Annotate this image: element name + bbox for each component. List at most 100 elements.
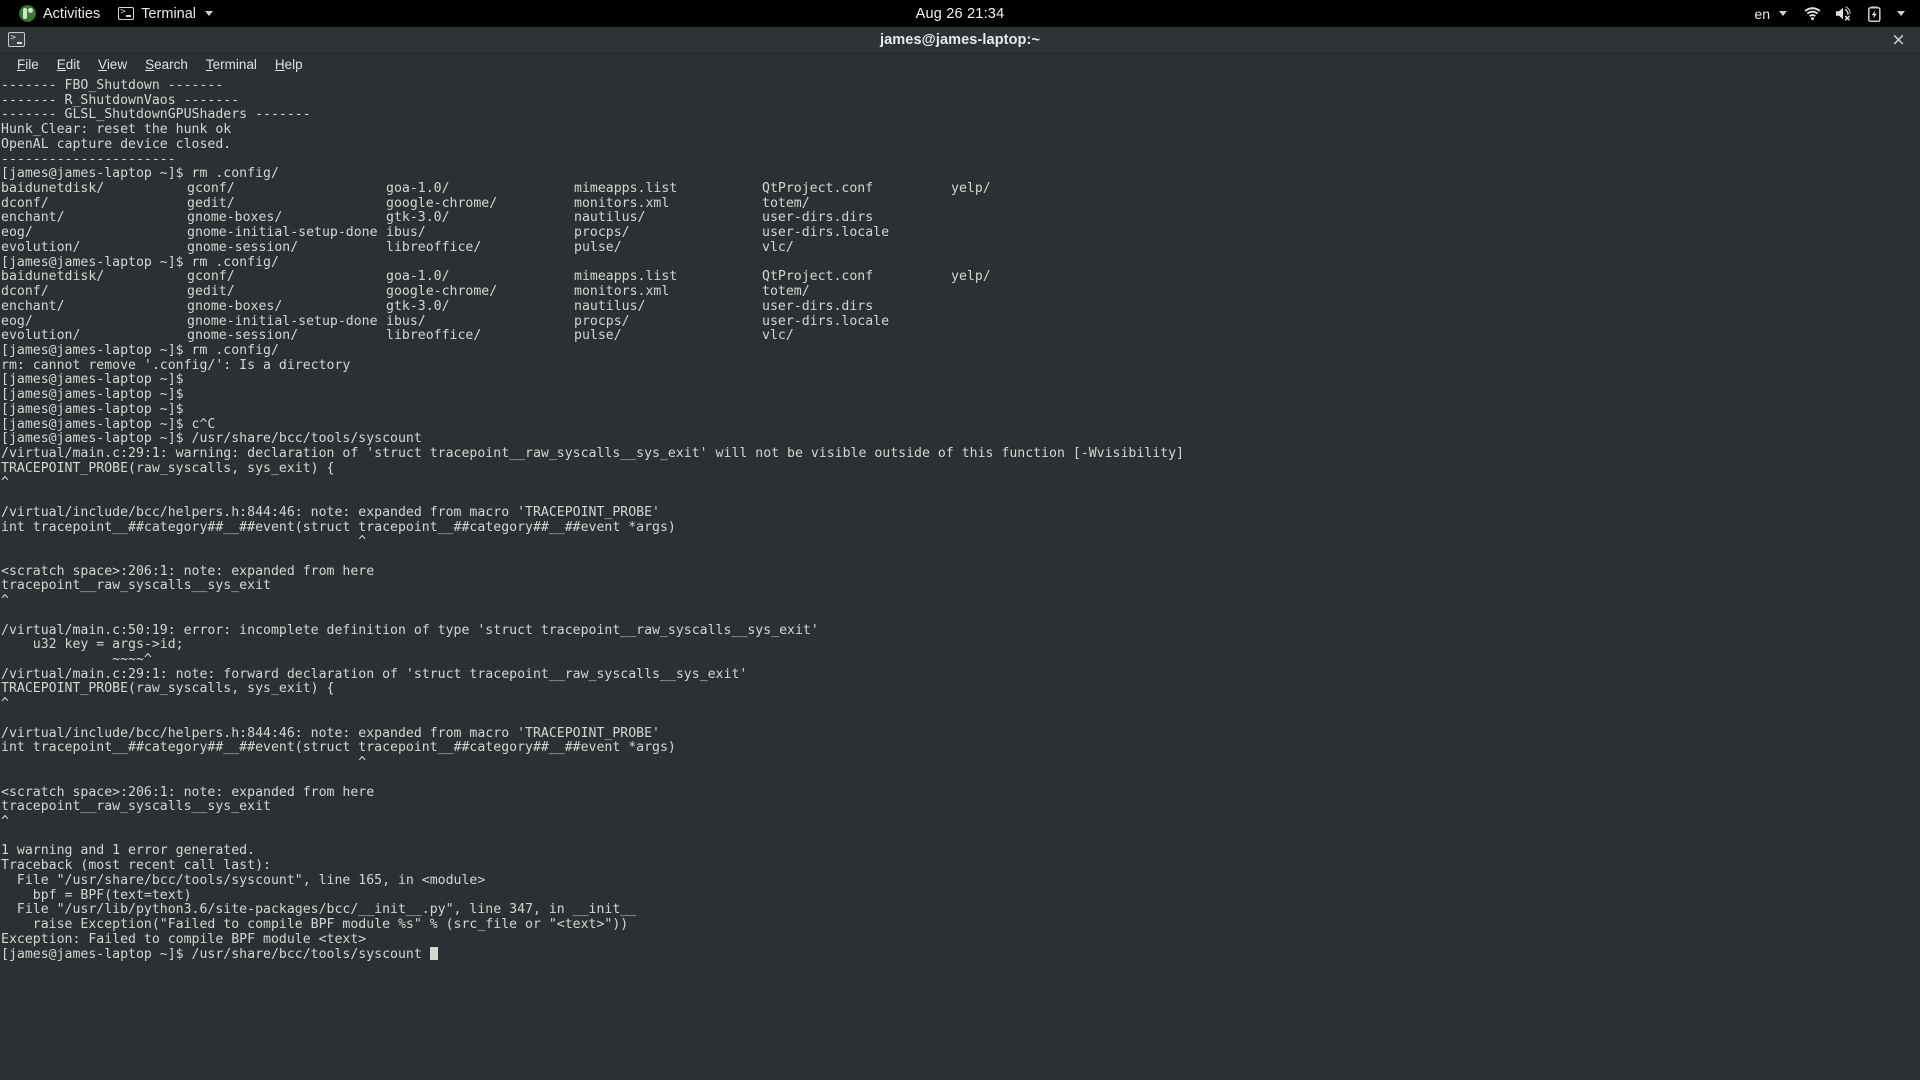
terminal-dir-entry: libreoffice/: [386, 329, 481, 344]
close-icon[interactable]: ×: [1889, 31, 1908, 50]
terminal-output[interactable]: ------- FBO_Shutdown -------------- R_Sh…: [0, 76, 1920, 1080]
terminal-window: james@james-laptop:~ × File Edit View Se…: [0, 27, 1920, 1080]
terminal-dir-entry: eog/: [1, 226, 33, 241]
top-bar-center-group: Aug 26 21:34: [0, 0, 1920, 27]
terminal-line: ----------------------: [1, 153, 1920, 168]
terminal-line: baidunetdisk/gconf/goa-1.0/mimeapps.list…: [1, 182, 1920, 197]
menu-help[interactable]: Help: [266, 55, 312, 75]
volume-muted-icon: [1835, 6, 1854, 21]
terminal-dir-entry: QtProject.conf: [762, 270, 873, 285]
gnome-top-bar: Activities Terminal Aug 26 21:34 en: [0, 0, 1920, 27]
terminal-line: TRACEPOINT_PROBE(raw_syscalls, sys_exit)…: [1, 682, 1920, 697]
terminal-dir-entry: gnome-session/: [187, 241, 298, 256]
system-status-menu[interactable]: [1797, 3, 1912, 25]
terminal-line: ------- R_ShutdownVaos -------: [1, 94, 1920, 109]
keyboard-layout-indicator[interactable]: en: [1747, 3, 1794, 25]
terminal-dir-entry: mimeapps.list: [574, 182, 677, 197]
terminal-line: <scratch space>:206:1: note: expanded fr…: [1, 565, 1920, 580]
terminal-line: /virtual/main.c:29:1: note: forward decl…: [1, 668, 1920, 683]
terminal-dir-entry: user-dirs.locale: [762, 315, 889, 330]
terminal-dir-entry: QtProject.conf: [762, 182, 873, 197]
terminal-dir-entry: mimeapps.list: [574, 270, 677, 285]
top-bar-left-group: Activities Terminal: [0, 2, 222, 25]
window-title: james@james-laptop:~: [0, 32, 1920, 48]
terminal-dir-entry: yelp/: [951, 182, 991, 197]
activities-button[interactable]: Activities: [10, 2, 109, 25]
menu-search[interactable]: Search: [136, 55, 197, 75]
gnome-activities-icon: [19, 5, 36, 22]
wifi-icon: [1804, 6, 1821, 21]
menu-bar: File Edit View Search Terminal Help: [0, 54, 1920, 76]
top-bar-status-group: en: [1747, 0, 1912, 27]
terminal-line: baidunetdisk/gconf/goa-1.0/mimeapps.list…: [1, 270, 1920, 285]
terminal-dir-entry: evolution/: [1, 241, 80, 256]
terminal-line: [james@james-laptop ~]$ rm .config/: [1, 344, 1920, 359]
terminal-line: 1 warning and 1 error generated.: [1, 844, 1920, 859]
terminal-line: raise Exception("Failed to compile BPF m…: [1, 918, 1920, 933]
terminal-line: ^: [1, 535, 1920, 550]
terminal-dir-entry: gnome-boxes/: [187, 211, 282, 226]
terminal-line: File "/usr/share/bcc/tools/syscount", li…: [1, 874, 1920, 889]
terminal-dir-entry: ibus/: [386, 226, 426, 241]
terminal-dir-entry: gedit/: [187, 285, 235, 300]
chevron-down-icon: [205, 11, 213, 16]
terminal-line: [james@james-laptop ~]$ rm .config/: [1, 167, 1920, 182]
terminal-line: [james@james-laptop ~]$ rm .config/: [1, 256, 1920, 271]
terminal-line: /virtual/main.c:50:19: error: incomplete…: [1, 624, 1920, 639]
clock[interactable]: Aug 26 21:34: [916, 6, 1005, 22]
terminal-dir-entry: gtk-3.0/: [386, 300, 450, 315]
terminal-line: OpenAL capture device closed.: [1, 138, 1920, 153]
app-menu-terminal[interactable]: Terminal: [109, 3, 222, 25]
menu-terminal[interactable]: Terminal: [197, 55, 266, 75]
terminal-dir-entry: gedit/: [187, 197, 235, 212]
terminal-dir-entry: gtk-3.0/: [386, 211, 450, 226]
terminal-line: [1, 550, 1920, 565]
terminal-line: eog/gnome-initial-setup-done ibus/procps/…: [1, 226, 1920, 241]
terminal-line: TRACEPOINT_PROBE(raw_syscalls, sys_exit)…: [1, 462, 1920, 477]
terminal-dir-entry: dconf/: [1, 285, 49, 300]
terminal-line: ^: [1, 756, 1920, 771]
terminal-dir-entry: vlc/: [762, 241, 794, 256]
activities-label: Activities: [43, 6, 100, 22]
terminal-cursor: [430, 947, 438, 960]
menu-file[interactable]: File: [8, 55, 48, 75]
terminal-line: ^: [1, 815, 1920, 830]
terminal-dir-entry: monitors.xml: [574, 285, 669, 300]
menu-view[interactable]: View: [89, 55, 136, 75]
terminal-line: tracepoint__raw_syscalls__sys_exit: [1, 800, 1920, 815]
terminal-dir-entry: goa-1.0/: [386, 270, 450, 285]
terminal-dir-entry: yelp/: [951, 270, 991, 285]
terminal-line: int tracepoint__##category##__##event(st…: [1, 741, 1920, 756]
terminal-dir-entry: totem/: [762, 285, 810, 300]
terminal-line: /virtual/include/bcc/helpers.h:844:46: n…: [1, 506, 1920, 521]
terminal-dir-entry: gnome-initial-setup-done: [187, 226, 378, 241]
terminal-dir-entry: ibus/: [386, 315, 426, 330]
terminal-line: Hunk_Clear: reset the hunk ok: [1, 123, 1920, 138]
terminal-line: bpf = BPF(text=text): [1, 889, 1920, 904]
terminal-line: [1, 771, 1920, 786]
terminal-dir-entry: goa-1.0/: [386, 182, 450, 197]
terminal-dir-entry: totem/: [762, 197, 810, 212]
chevron-down-icon: [1779, 11, 1787, 16]
terminal-dir-entry: user-dirs.locale: [762, 226, 889, 241]
terminal-dir-entry: baidunetdisk/: [1, 270, 104, 285]
terminal-dir-entry: gconf/: [187, 182, 235, 197]
terminal-line: tracepoint__raw_syscalls__sys_exit: [1, 579, 1920, 594]
chevron-down-icon: [1897, 11, 1905, 16]
terminal-line: dconf/gedit/google-chrome/monitors.xmlto…: [1, 197, 1920, 212]
terminal-icon: [118, 7, 134, 20]
terminal-dir-entry: libreoffice/: [386, 241, 481, 256]
terminal-dir-entry: gnome-boxes/: [187, 300, 282, 315]
terminal-dir-entry: user-dirs.dirs: [762, 211, 873, 226]
terminal-prompt-text: [james@james-laptop ~]$ /usr/share/bcc/t…: [1, 947, 430, 962]
terminal-line: [james@james-laptop ~]$: [1, 403, 1920, 418]
terminal-dir-entry: google-chrome/: [386, 285, 497, 300]
terminal-line: [james@james-laptop ~]$ c^C: [1, 418, 1920, 433]
terminal-line: ^: [1, 594, 1920, 609]
terminal-line: enchant/gnome-boxes/gtk-3.0/nautilus/use…: [1, 211, 1920, 226]
terminal-prompt-line: [james@james-laptop ~]$ /usr/share/bcc/t…: [1, 947, 1920, 962]
terminal-dir-entry: pulse/: [574, 241, 622, 256]
menu-edit[interactable]: Edit: [48, 55, 89, 75]
terminal-dir-entry: procps/: [574, 226, 630, 241]
terminal-dir-entry: monitors.xml: [574, 197, 669, 212]
